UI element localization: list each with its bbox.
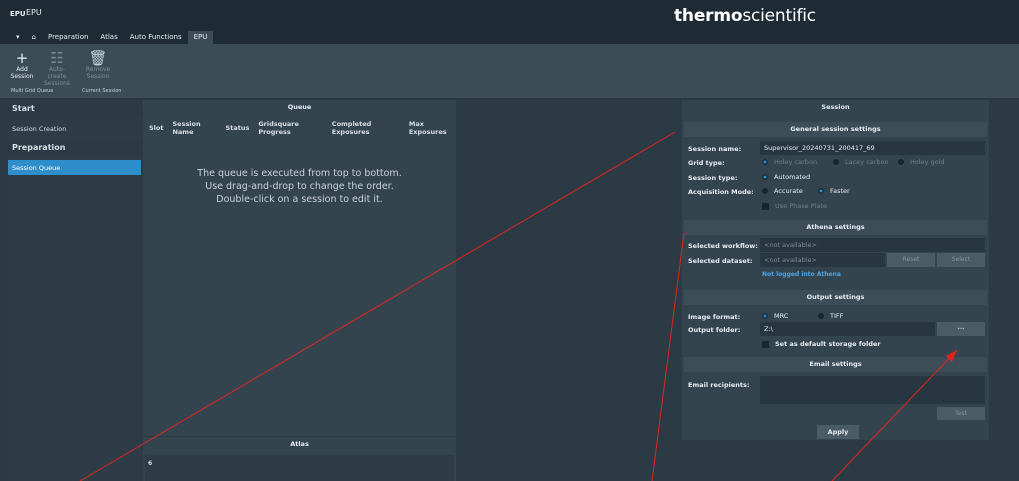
radio-icon bbox=[818, 313, 824, 319]
atlas-title: Atlas bbox=[143, 437, 456, 452]
column-max-exposures[interactable]: Max Exposures bbox=[409, 120, 456, 136]
format-mrc-radio[interactable]: MRC bbox=[762, 312, 788, 320]
radio-icon bbox=[762, 174, 768, 180]
brand-logo: thermoscientific bbox=[674, 6, 816, 26]
column-session-name[interactable]: Session Name bbox=[172, 120, 216, 136]
tab-preparation[interactable]: Preparation bbox=[42, 31, 94, 44]
queue-table-header: Slot Session Name Status Gridsquare Prog… bbox=[143, 120, 456, 136]
grid-option-holey-carbon[interactable]: Holey carbon bbox=[762, 158, 817, 166]
select-button[interactable]: Select bbox=[937, 253, 985, 267]
column-status[interactable]: Status bbox=[226, 124, 250, 132]
column-slot[interactable]: Slot bbox=[149, 124, 163, 132]
checkbox-icon bbox=[762, 202, 769, 210]
format-tiff-radio[interactable]: TIFF bbox=[818, 312, 843, 320]
tab-auto-functions[interactable]: Auto Functions bbox=[124, 31, 188, 44]
default-storage-checkbox[interactable]: Set as default storage folder bbox=[762, 340, 881, 348]
radio-icon bbox=[833, 159, 839, 165]
selected-workflow-label: Selected workflow: bbox=[688, 242, 758, 250]
grid-option-lacey-carbon[interactable]: Lacey carbon bbox=[833, 158, 889, 166]
auto-create-sessions-button[interactable]: ☷ Auto-create Sessions bbox=[43, 49, 71, 87]
nav-section-preparation: Preparation bbox=[8, 139, 141, 157]
radio-icon bbox=[898, 159, 904, 165]
athena-login-link[interactable]: Not logged into Athena bbox=[762, 271, 841, 278]
ribbon-group-multi-grid-queue: Multi Grid Queue bbox=[11, 88, 54, 94]
left-navigation bbox=[8, 100, 141, 481]
session-name-input[interactable]: Supervisor_20240731_200417_69 bbox=[760, 141, 985, 155]
mode-accurate-radio[interactable]: Accurate bbox=[762, 187, 803, 195]
nav-item-session-queue[interactable]: Session Queue bbox=[8, 160, 141, 175]
menu-dropdown-icon[interactable]: ▾ bbox=[10, 31, 26, 44]
radio-icon bbox=[762, 188, 768, 194]
list-icon: ☷ bbox=[50, 49, 64, 67]
output-settings-header: Output settings bbox=[684, 290, 987, 305]
selected-dataset-label: Selected dataset: bbox=[688, 257, 753, 265]
radio-icon bbox=[762, 159, 768, 165]
reset-button[interactable]: Reset bbox=[887, 253, 935, 267]
selected-workflow-field[interactable]: <not available> bbox=[760, 238, 985, 252]
grid-type-label: Grid type: bbox=[688, 159, 725, 167]
grid-option-holey-gold[interactable]: Holey gold bbox=[898, 158, 945, 166]
remove-session-button[interactable]: 🗑 Remove Session bbox=[84, 50, 112, 86]
mode-faster-radio[interactable]: Faster bbox=[818, 187, 850, 195]
radio-icon bbox=[762, 313, 768, 319]
browse-folder-button[interactable]: ... bbox=[937, 322, 985, 336]
column-completed-exposures[interactable]: Completed Exposures bbox=[332, 120, 400, 136]
column-gridsquare-progress[interactable]: Gridsquare Progress bbox=[258, 120, 322, 136]
session-name-label: Session name: bbox=[688, 145, 742, 153]
email-settings-header: Email settings bbox=[684, 357, 987, 372]
atlas-item[interactable]: 6 bbox=[148, 460, 152, 467]
acquisition-mode-label: Acquisition Mode: bbox=[688, 188, 754, 196]
general-settings-header: General session settings bbox=[684, 122, 987, 137]
annotation-line bbox=[651, 232, 685, 481]
athena-settings-header: Athena settings bbox=[684, 220, 987, 235]
queue-panel bbox=[143, 100, 456, 436]
tab-atlas[interactable]: Atlas bbox=[94, 31, 123, 44]
plus-icon: + bbox=[15, 49, 29, 67]
atlas-list[interactable]: 6 bbox=[145, 455, 454, 481]
epu-logo: EPU bbox=[10, 10, 26, 18]
checkbox-icon bbox=[762, 340, 769, 348]
queue-title: Queue bbox=[143, 100, 456, 115]
image-format-label: Image format: bbox=[688, 313, 741, 321]
ribbon-group-current-session: Current Session bbox=[82, 88, 122, 94]
add-session-button[interactable]: + Add Session bbox=[8, 50, 36, 86]
test-email-button[interactable]: Test bbox=[937, 407, 985, 420]
session-type-automated[interactable]: Automated bbox=[762, 173, 810, 181]
session-title: Session bbox=[682, 100, 989, 115]
app-title: EPU bbox=[26, 8, 42, 17]
ribbon-toolbar bbox=[0, 44, 1019, 99]
selected-dataset-field[interactable]: <not available> bbox=[760, 253, 885, 267]
trash-icon: 🗑 bbox=[88, 49, 108, 67]
main-tabs: ▾ ⌂ Preparation Atlas Auto Functions EPU bbox=[10, 31, 214, 44]
apply-button[interactable]: Apply bbox=[817, 425, 859, 439]
use-phase-plate-checkbox[interactable]: Use Phase Plate bbox=[762, 202, 827, 210]
tab-epu[interactable]: EPU bbox=[187, 31, 214, 44]
radio-icon bbox=[818, 188, 824, 194]
home-icon[interactable]: ⌂ bbox=[26, 31, 42, 44]
output-folder-input[interactable]: Z:\ bbox=[760, 322, 935, 336]
session-type-label: Session type: bbox=[688, 174, 738, 182]
email-recipients-label: Email recipients: bbox=[688, 381, 750, 389]
queue-empty-message: The queue is executed from top to bottom… bbox=[197, 168, 402, 205]
nav-section-start: Start bbox=[8, 100, 141, 118]
output-folder-label: Output folder: bbox=[688, 326, 741, 334]
email-recipients-input[interactable] bbox=[760, 376, 985, 404]
nav-item-session-creation[interactable]: Session Creation bbox=[8, 121, 141, 136]
